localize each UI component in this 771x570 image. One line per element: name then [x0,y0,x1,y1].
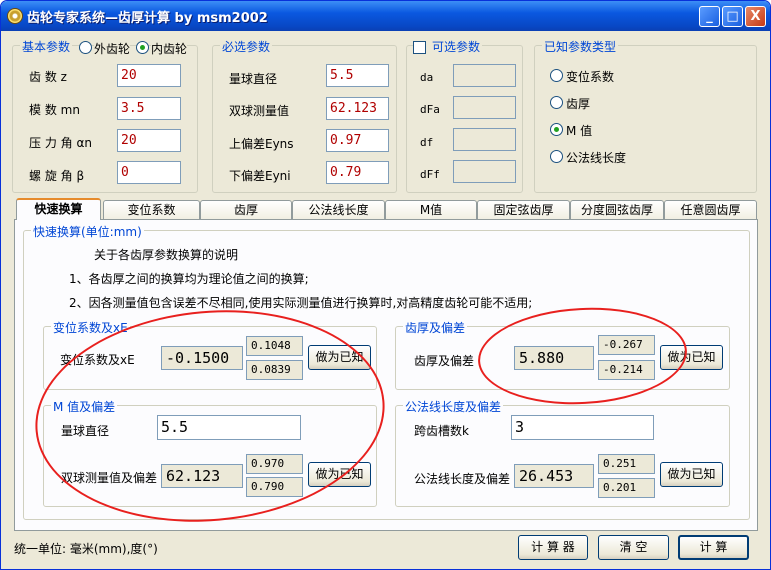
clear-button[interactable]: 清 空 [598,535,669,560]
mvalue-ball-label: 量球直径 [61,424,110,438]
maximize-button[interactable]: □ [722,6,743,27]
shift-dev-lower: 0.0839 [246,360,303,380]
main-window: 齿轮专家系统—齿厚计算 by msm2002 _ □ X 基本参数 外齿轮 内齿… [0,0,771,570]
mvalue-set-known-button[interactable]: 做为已知 [308,462,371,487]
compute-button[interactable]: 计 算 [678,535,749,560]
tab-shift-coefficient[interactable]: 变位系数 [103,200,200,219]
teeth-label: 齿 数 z [29,70,67,84]
title-bar[interactable]: 齿轮专家系统—齿厚计算 by msm2002 _ □ X [1,1,770,31]
shift-set-known-button[interactable]: 做为已知 [308,345,371,370]
known-thickness-label: 齿厚 [566,97,591,111]
helix-angle-label: 螺 旋 角 β [29,169,85,183]
gear-app-icon [7,8,23,24]
lower-deviation-input[interactable]: 0.79 [326,161,389,184]
outer-gear-radio[interactable] [79,41,92,54]
shift-value: -0.1500 [161,346,243,370]
ball-diameter-input[interactable]: 5.5 [326,64,389,87]
shift-group-title: 变位系数及xE [51,319,130,336]
mvalue-dev-lower: 0.790 [246,477,303,497]
wlength-label: 公法线长度及偏差 [414,472,511,486]
module-label: 模 数 mn [29,103,80,117]
wlength-set-known-button[interactable]: 做为已知 [660,462,723,487]
df-input[interactable] [453,128,516,151]
two-ball-measure-input[interactable]: 62.123 [326,97,389,120]
helix-angle-input[interactable]: 0 [117,161,181,184]
two-ball-measure-label: 双球测量值 [229,104,290,118]
tab-base-tangent[interactable]: 公法线长度 [292,200,385,219]
note-line-1: 1、各齿厚之间的换算均为理论值之间的换算; [69,272,309,286]
teeth-input[interactable]: 20 [117,64,181,87]
thickness-group-title: 齿厚及偏差 [403,319,468,336]
da-label: da [420,71,434,84]
dfa-input[interactable] [453,96,516,119]
note-line-2: 2、因各测量值包含误差不尽相同,使用实际测量值进行换算时,对高精度齿轮可能不适用… [69,296,533,310]
wlength-group-title: 公法线长度及偏差 [403,398,504,415]
dfa-label: dFa [420,103,440,116]
mvalue-dev-upper: 0.970 [246,454,303,474]
tab-pitch-chord[interactable]: 分度圆弦齿厚 [570,200,664,219]
shift-label: 变位系数及xE [60,353,135,367]
dff-input[interactable] [453,160,516,183]
required-params-title: 必选参数 [220,38,273,55]
wlength-dev-upper: 0.251 [598,454,655,474]
tab-m-value[interactable]: M值 [385,200,477,219]
window-title: 齿轮专家系统—齿厚计算 by msm2002 [27,11,268,26]
minimize-button[interactable]: _ [699,6,720,27]
df-label: df [420,136,434,149]
known-shift-radio[interactable] [550,69,563,82]
close-button[interactable]: X [745,6,766,27]
upper-deviation-input[interactable]: 0.97 [326,129,389,152]
pressure-angle-label: 压 力 角 αn [29,136,92,150]
lower-deviation-label: 下偏差Eyni [229,169,291,183]
thickness-dev-upper: -0.267 [598,335,655,355]
thickness-value: 5.880 [514,346,594,370]
span-count-label: 跨齿槽数k [414,424,469,438]
thickness-label: 齿厚及偏差 [414,354,475,368]
known-shift-label: 变位系数 [566,70,615,84]
mvalue-group-title: M 值及偏差 [51,398,118,415]
optional-params-checkbox[interactable] [413,41,426,54]
tab-thickness[interactable]: 齿厚 [200,200,292,219]
known-mvalue-radio[interactable] [550,123,563,136]
tab-fixed-chord[interactable]: 固定弦齿厚 [477,200,570,219]
ball-diameter-label: 量球直径 [229,72,278,86]
known-type-title: 已知参数类型 [542,38,619,55]
inner-gear-radio[interactable] [136,41,149,54]
dff-label: dFf [420,168,440,181]
wlength-dev-lower: 0.201 [598,478,655,498]
pressure-angle-input[interactable]: 20 [117,129,181,152]
wlength-value: 26.453 [514,464,594,488]
quick-convert-title: 快速换算(单位:mm) [31,223,144,240]
known-wlength-radio[interactable] [550,150,563,163]
span-count-input[interactable]: 3 [511,415,654,440]
inner-gear-label: 内齿轮 [151,40,188,57]
known-wlength-label: 公法线长度 [566,151,627,165]
upper-deviation-label: 上偏差Eyns [229,137,294,151]
units-note: 统一单位: 毫米(mm),度(°) [14,542,158,556]
da-input[interactable] [453,64,516,87]
outer-gear-label: 外齿轮 [94,40,131,57]
mvalue-ball-input[interactable]: 5.5 [157,415,301,440]
mvalue-label: 双球测量值及偏差 [61,471,158,485]
thickness-set-known-button[interactable]: 做为已知 [660,345,723,370]
tab-any-circle[interactable]: 任意圆齿厚 [664,200,757,219]
thickness-dev-lower: -0.214 [598,360,655,380]
mvalue-value: 62.123 [161,464,243,488]
shift-dev-upper: 0.1048 [246,336,303,356]
tab-quick-convert[interactable]: 快速换算 [16,198,101,220]
basic-params-title: 基本参数 [20,38,73,55]
note-title: 关于各齿厚参数换算的说明 [94,248,239,262]
known-thickness-radio[interactable] [550,96,563,109]
module-input[interactable]: 3.5 [117,97,181,120]
known-mvalue-label: M 值 [566,124,593,138]
calculator-button[interactable]: 计 算 器 [518,535,588,560]
